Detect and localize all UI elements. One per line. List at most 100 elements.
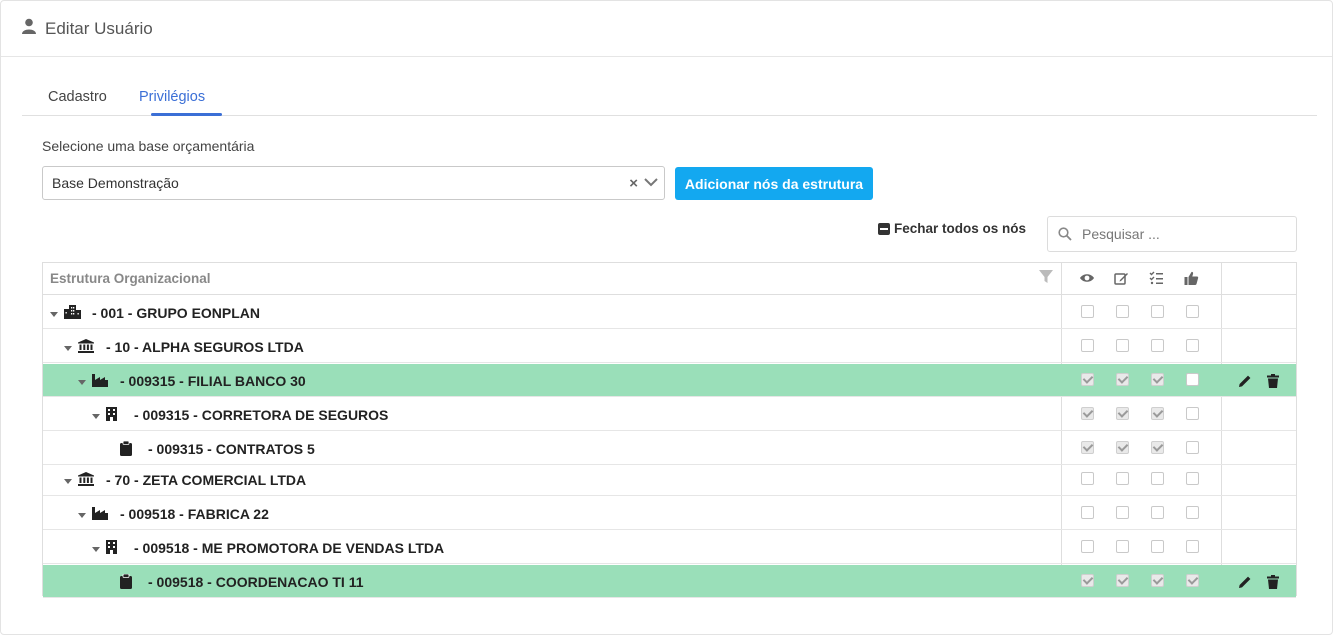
tree-row[interactable]: - 009315 - CORRETORA DE SEGUROS xyxy=(43,398,1296,431)
page-title: Editar Usuário xyxy=(45,18,153,38)
approve-permission-checkbox[interactable] xyxy=(1186,506,1199,519)
add-nodes-button[interactable]: Adicionar nós da estrutura xyxy=(675,167,873,200)
node-label: - 10 - ALPHA SEGUROS LTDA xyxy=(106,339,304,355)
view-permission-checkbox[interactable] xyxy=(1081,574,1094,587)
factory-icon xyxy=(92,506,108,525)
edit-permission-checkbox[interactable] xyxy=(1116,540,1129,553)
node-label: - 001 - GRUPO EONPLAN xyxy=(92,305,261,321)
caret-down-icon[interactable] xyxy=(92,414,100,419)
node-label: - 009315 - FILIAL BANCO 30 xyxy=(120,373,306,389)
tasks-permission-checkbox[interactable] xyxy=(1151,441,1164,454)
caret-down-icon[interactable] xyxy=(92,547,100,552)
user-icon xyxy=(21,18,37,39)
building-icon xyxy=(106,407,117,426)
node-label: - 009518 - ME PROMOTORA DE VENDAS LTDA xyxy=(134,540,445,556)
approve-permission-checkbox[interactable] xyxy=(1186,407,1199,420)
tab-cadastro[interactable]: Cadastro xyxy=(48,89,107,105)
clear-icon[interactable]: × xyxy=(629,175,638,192)
view-permission-checkbox[interactable] xyxy=(1081,407,1094,420)
tree-row[interactable]: - 009315 - CONTRATOS 5 xyxy=(43,432,1296,465)
approve-permission-checkbox[interactable] xyxy=(1186,305,1199,318)
approve-permission-checkbox[interactable] xyxy=(1186,373,1199,386)
view-permission-checkbox[interactable] xyxy=(1081,305,1094,318)
tasks-permission-checkbox[interactable] xyxy=(1151,305,1164,318)
clipboard-icon xyxy=(120,573,132,594)
tree-header: Estrutura Organizacional xyxy=(43,263,1296,295)
edit-user-panel: Editar Usuário Cadastro Privilégios Sele… xyxy=(0,0,1333,635)
trash-icon[interactable] xyxy=(1267,374,1279,393)
close-all-label: Fechar todos os nós xyxy=(894,221,1027,236)
node-label: - 009315 - CONTRATOS 5 xyxy=(148,441,315,457)
tasks-permission-checkbox[interactable] xyxy=(1151,339,1164,352)
view-permission-checkbox[interactable] xyxy=(1081,540,1094,553)
building-icon xyxy=(106,540,117,559)
filter-icon[interactable] xyxy=(1039,270,1053,289)
factory-icon xyxy=(92,373,108,392)
approve-permission-checkbox[interactable] xyxy=(1186,339,1199,352)
trash-icon[interactable] xyxy=(1267,575,1279,594)
edit-permission-checkbox[interactable] xyxy=(1116,441,1129,454)
column-title: Estrutura Organizacional xyxy=(50,271,211,286)
tasks-permission-checkbox[interactable] xyxy=(1151,407,1164,420)
caret-down-icon[interactable] xyxy=(78,380,86,385)
building-group-icon xyxy=(64,305,81,324)
tasks-permission-checkbox[interactable] xyxy=(1151,540,1164,553)
tasks-permission-checkbox[interactable] xyxy=(1151,574,1164,587)
tasks-permission-checkbox[interactable] xyxy=(1151,506,1164,519)
tree-row[interactable]: - 009518 - COORDENACAO TI 11 xyxy=(43,565,1296,598)
edit-permission-checkbox[interactable] xyxy=(1116,407,1129,420)
approve-permission-checkbox[interactable] xyxy=(1186,472,1199,485)
tree-row[interactable]: - 001 - GRUPO EONPLAN xyxy=(43,296,1296,329)
edit-permission-checkbox[interactable] xyxy=(1116,574,1129,587)
caret-down-icon[interactable] xyxy=(50,312,58,317)
edit-permission-checkbox[interactable] xyxy=(1116,305,1129,318)
eye-icon xyxy=(1079,271,1095,290)
chevron-down-icon[interactable] xyxy=(644,175,658,194)
edit-permission-checkbox[interactable] xyxy=(1116,373,1129,386)
tab-privilegios[interactable]: Privilégios xyxy=(139,89,205,105)
tree-row[interactable]: - 009518 - FABRICA 22 xyxy=(43,497,1296,530)
base-select[interactable]: Base Demonstração × xyxy=(42,166,665,200)
pencil-icon[interactable] xyxy=(1238,374,1252,393)
minus-square-icon xyxy=(878,222,890,235)
view-permission-checkbox[interactable] xyxy=(1081,441,1094,454)
tasks-permission-checkbox[interactable] xyxy=(1151,472,1164,485)
node-label: - 009518 - FABRICA 22 xyxy=(120,506,269,522)
node-label: - 009315 - CORRETORA DE SEGUROS xyxy=(134,407,389,423)
view-permission-checkbox[interactable] xyxy=(1081,339,1094,352)
caret-down-icon[interactable] xyxy=(64,346,72,351)
tabs: Cadastro Privilégios xyxy=(22,79,1317,116)
thumbs-up-icon xyxy=(1184,271,1199,291)
tree-row[interactable]: - 009518 - ME PROMOTORA DE VENDAS LTDA xyxy=(43,531,1296,564)
tree-row[interactable]: - 10 - ALPHA SEGUROS LTDA xyxy=(43,330,1296,363)
approve-permission-checkbox[interactable] xyxy=(1186,441,1199,454)
search-icon xyxy=(1058,227,1072,246)
view-permission-checkbox[interactable] xyxy=(1081,373,1094,386)
pencil-icon[interactable] xyxy=(1238,575,1252,594)
caret-down-icon[interactable] xyxy=(64,479,72,484)
caret-down-icon[interactable] xyxy=(78,513,86,518)
clipboard-icon xyxy=(120,440,132,461)
close-all-nodes-button[interactable]: Fechar todos os nós xyxy=(878,221,1026,236)
view-permission-checkbox[interactable] xyxy=(1081,506,1094,519)
edit-permission-checkbox[interactable] xyxy=(1116,472,1129,485)
view-permission-checkbox[interactable] xyxy=(1081,472,1094,485)
base-select-label: Selecione uma base orçamentária xyxy=(42,138,255,154)
edit-permission-checkbox[interactable] xyxy=(1116,506,1129,519)
tasks-permission-checkbox[interactable] xyxy=(1151,373,1164,386)
approve-permission-checkbox[interactable] xyxy=(1186,540,1199,553)
search-box xyxy=(1047,216,1297,252)
tasks-icon xyxy=(1149,271,1164,290)
tree-row[interactable]: - 70 - ZETA COMERCIAL LTDA xyxy=(43,463,1296,496)
active-tab-indicator xyxy=(151,113,222,116)
edit-permission-checkbox[interactable] xyxy=(1116,339,1129,352)
org-structure-tree: Estrutura Organizacional - 001 - GRUPO E… xyxy=(42,262,1297,598)
approve-permission-checkbox[interactable] xyxy=(1186,574,1199,587)
node-label: - 009518 - COORDENACAO TI 11 xyxy=(148,574,364,590)
bank-icon xyxy=(78,472,94,491)
tree-row[interactable]: - 009315 - FILIAL BANCO 30 xyxy=(43,364,1296,397)
base-select-value: Base Demonstração xyxy=(52,175,179,191)
edit-icon xyxy=(1114,271,1129,291)
search-input[interactable] xyxy=(1082,224,1282,244)
panel-header: Editar Usuário xyxy=(1,1,1332,57)
